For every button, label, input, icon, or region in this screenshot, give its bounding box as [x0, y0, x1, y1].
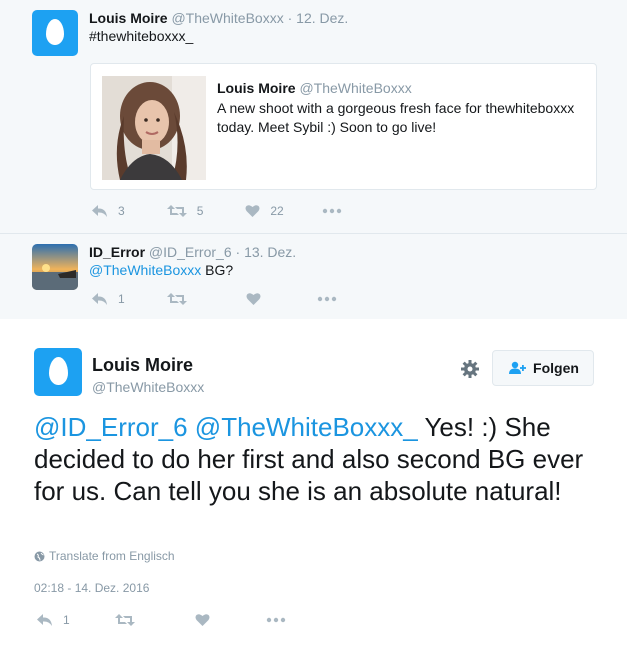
like-icon — [245, 205, 260, 217]
follow-label: Folgen — [533, 360, 579, 376]
more-button[interactable] — [266, 617, 286, 623]
avatar[interactable] — [32, 244, 78, 290]
tweet-header: Louis Moire @TheWhiteBoxxx · 12. Dez. — [89, 10, 348, 26]
retweet-icon — [166, 293, 187, 305]
like-button[interactable]: 22 — [245, 204, 284, 218]
quoted-tweet[interactable]: Louis Moire @TheWhiteBoxxx A new shoot w… — [90, 63, 597, 190]
beach-avatar-image — [32, 244, 78, 290]
display-name[interactable]: Louis Moire — [92, 355, 193, 375]
tweet-date[interactable]: 13. Dez. — [244, 244, 296, 260]
reply-count: 1 — [118, 292, 125, 306]
display-name[interactable]: Louis Moire — [89, 10, 168, 26]
tweet-header: Louis Moire — [92, 355, 193, 376]
more-icon — [322, 208, 341, 214]
gear-button[interactable] — [460, 359, 480, 379]
photo-portrait — [102, 76, 206, 180]
gear-icon — [461, 360, 479, 378]
like-count: 22 — [270, 204, 284, 218]
tweet-text: @TheWhiteBoxxx BG? — [89, 262, 233, 278]
more-icon — [317, 296, 336, 302]
more-button[interactable] — [322, 208, 342, 214]
more-button[interactable] — [317, 296, 337, 302]
quoted-tweet-header: Louis Moire @TheWhiteBoxxx — [217, 80, 412, 96]
retweet-icon — [166, 205, 187, 217]
egg-icon — [46, 19, 64, 45]
separator: · — [235, 244, 241, 260]
retweet-icon — [114, 614, 135, 626]
retweet-count: 5 — [196, 204, 204, 218]
tweet-main: Louis Moire @TheWhiteBoxxx Folgen @ID_Er… — [0, 319, 627, 654]
separator: · — [287, 10, 293, 26]
tweet-date[interactable]: 12. Dez. — [296, 10, 348, 26]
reply-count: 3 — [118, 204, 125, 218]
quoted-tweet-photo[interactable] — [102, 76, 206, 180]
reply-icon — [92, 293, 107, 305]
reply-button[interactable]: 3 — [91, 204, 125, 218]
mention-link-id-error[interactable]: @ID_Error_6 — [34, 412, 188, 442]
more-icon — [266, 617, 285, 623]
tweet-timestamp[interactable]: 02:18 - 14. Dez. 2016 — [34, 581, 149, 595]
quoted-text-line-2: today. Meet Sybil :) Soon to go live! — [217, 119, 437, 135]
retweet-button[interactable] — [166, 292, 187, 306]
retweet-button[interactable] — [114, 613, 135, 627]
tweet-text: @ID_Error_6 @TheWhiteBoxxx_ Yes! :) She … — [34, 411, 594, 507]
reply-count: 1 — [63, 613, 70, 627]
follow-button[interactable]: Folgen — [492, 350, 594, 386]
tweet-actions: 1 — [36, 613, 286, 627]
globe-icon — [34, 551, 45, 561]
reply-button[interactable]: 1 — [36, 613, 70, 627]
like-icon — [195, 614, 210, 626]
follow-icon — [509, 361, 527, 374]
tweet-text-rest: BG? — [201, 262, 234, 278]
retweet-button[interactable]: 5 — [166, 204, 204, 218]
like-button[interactable] — [246, 292, 261, 306]
quoted-user-handle: @TheWhiteBoxxx — [299, 80, 412, 96]
quoted-text-line-1: A new shoot with a gorgeous fresh face f… — [217, 100, 575, 116]
tweet-id-error[interactable]: ID_Error @ID_Error_6 · 13. Dez. @TheWhit… — [0, 233, 627, 319]
tweet-actions: 1 — [91, 292, 337, 306]
translate-link[interactable]: Translate from Englisch — [34, 549, 175, 563]
reply-icon — [92, 205, 107, 217]
avatar[interactable] — [32, 10, 78, 56]
tweet-header: ID_Error @ID_Error_6 · 13. Dez. — [89, 244, 296, 260]
like-icon — [246, 293, 261, 305]
like-button[interactable] — [195, 613, 210, 627]
reply-icon — [37, 614, 52, 626]
user-handle[interactable]: @TheWhiteBoxxx — [171, 10, 283, 26]
hashtag-link[interactable]: #thewhiteboxxx_ — [89, 28, 193, 44]
egg-icon — [49, 357, 68, 385]
tweet-louis-moire-1[interactable]: Louis Moire @TheWhiteBoxxx · 12. Dez. #t… — [0, 0, 627, 233]
reply-button[interactable]: 1 — [91, 292, 125, 306]
quoted-display-name: Louis Moire — [217, 80, 296, 96]
user-handle[interactable]: @TheWhiteBoxxx — [92, 379, 204, 395]
display-name[interactable]: ID_Error — [89, 244, 145, 260]
avatar[interactable] — [34, 348, 82, 396]
quoted-tweet-text: A new shoot with a gorgeous fresh face f… — [217, 99, 574, 137]
mention-link-thewhiteboxxx[interactable]: @TheWhiteBoxxx_ — [195, 412, 418, 442]
mention-link[interactable]: @TheWhiteBoxxx — [89, 262, 201, 278]
user-handle[interactable]: @ID_Error_6 — [149, 244, 232, 260]
translate-label: Translate from Englisch — [49, 549, 175, 563]
tweet-actions: 3 5 22 — [91, 204, 342, 218]
